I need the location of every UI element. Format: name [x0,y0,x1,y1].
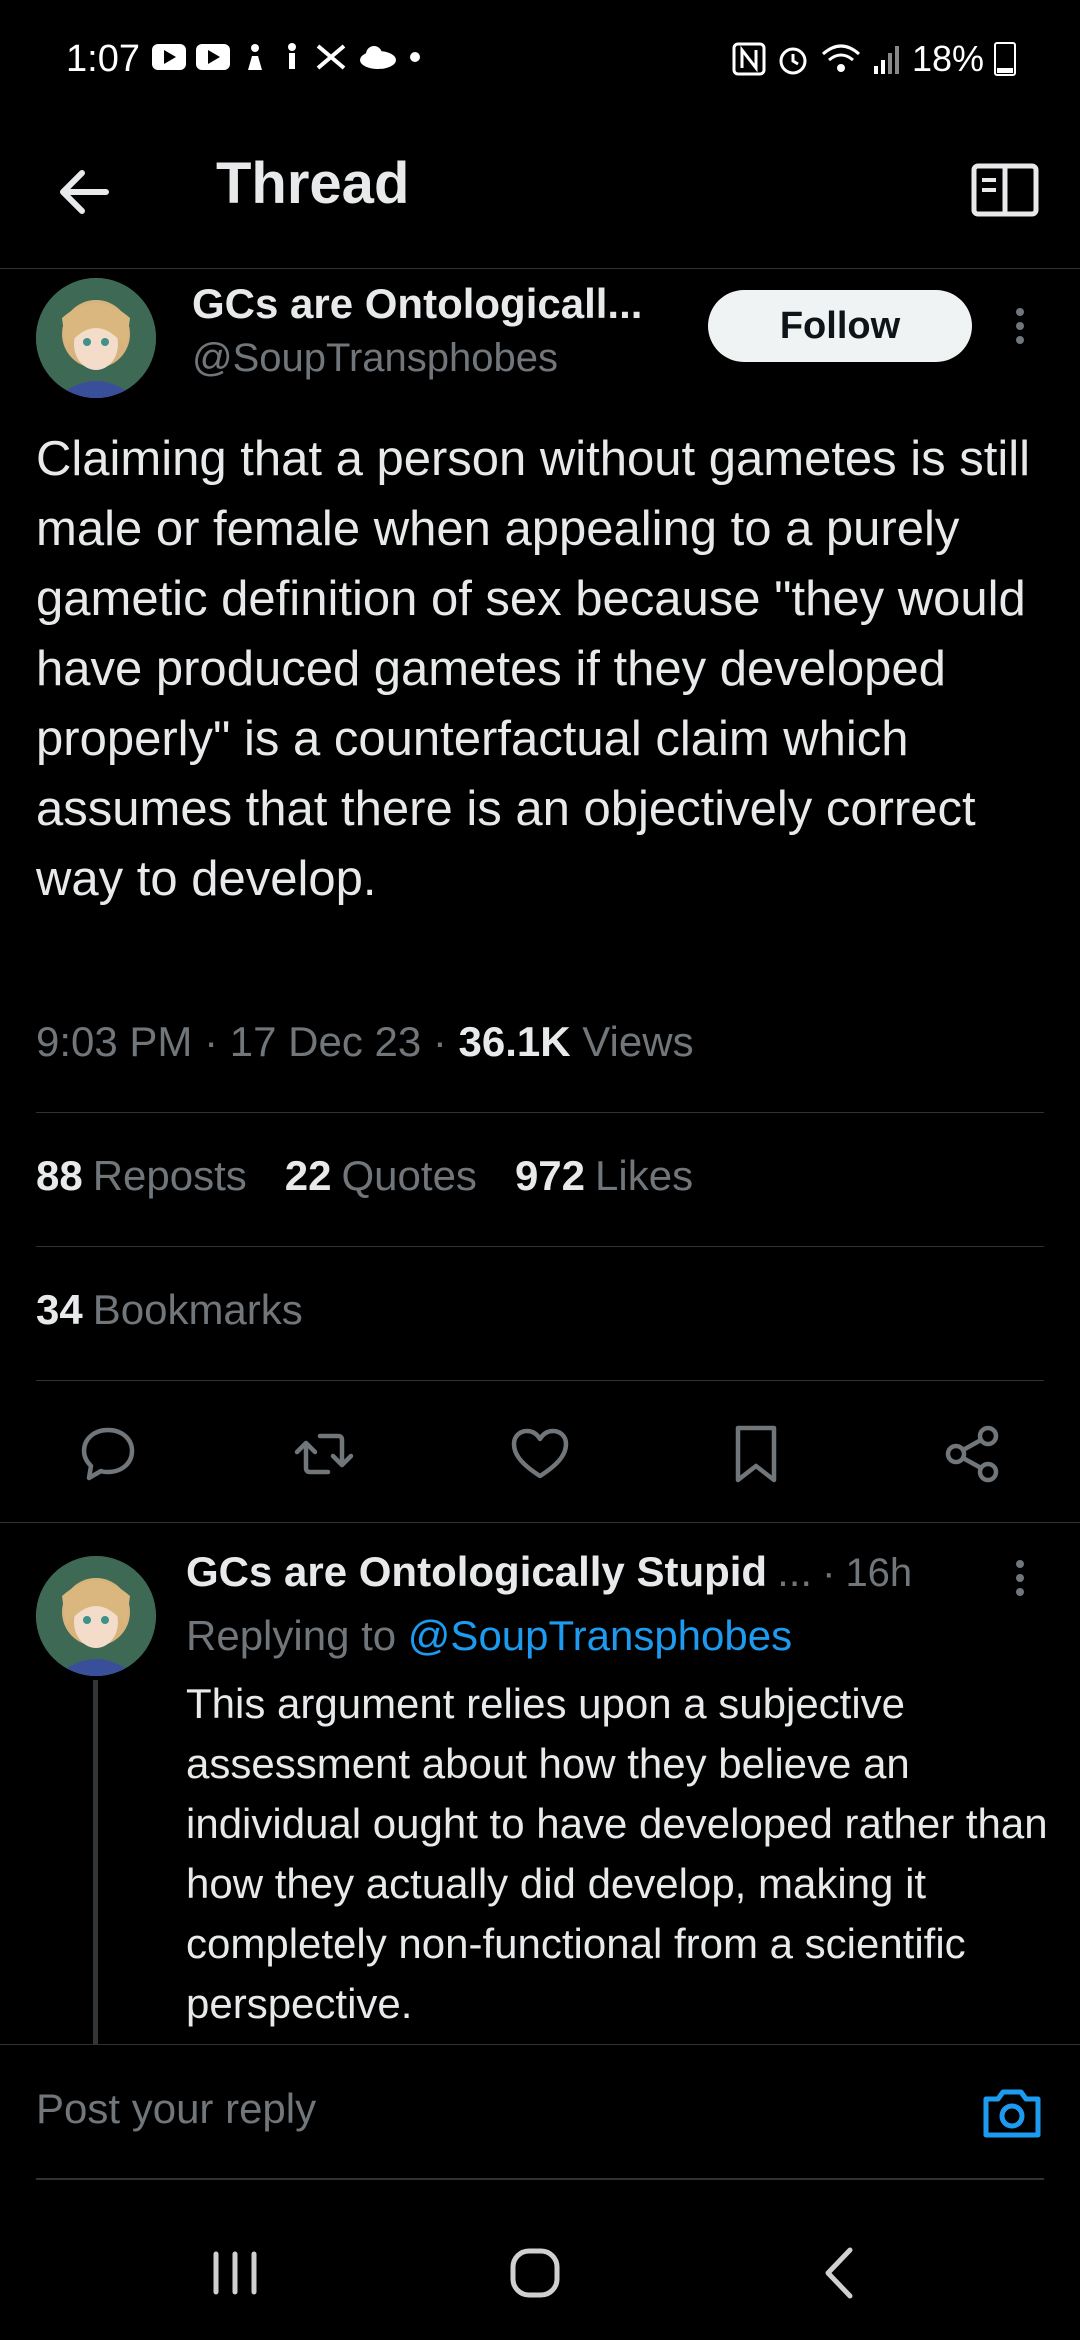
alarm-icon [779,47,807,75]
bookmarks-count: 34 [36,1286,83,1333]
reply-input[interactable]: Post your reply [36,2085,316,2133]
quotes-label: Quotes [341,1152,477,1199]
anime-avatar-image [36,278,156,398]
camera-button[interactable] [980,2081,1044,2145]
bookmarks-stat: 34 Bookmarks [36,1286,303,1334]
back-button[interactable] [52,160,116,224]
wifi-icon [821,44,860,72]
notification-icons [152,42,422,72]
views-label: Views [582,1018,694,1065]
replying-prefix: Replying to [186,1612,397,1659]
reply-more-options-icon[interactable] [1000,1548,1040,1608]
tweet-date: 17 Dec 23 [229,1018,422,1065]
youtube-icon [152,44,186,70]
reposts-label: Reposts [92,1152,247,1199]
bookmarks-label: Bookmarks [92,1286,303,1333]
status-indicators: 18% [732,38,1016,80]
follow-button[interactable]: Follow [708,290,972,362]
tool-icon [316,44,346,70]
battery-percent: 18% [911,38,984,79]
home-button[interactable] [500,2238,570,2308]
battery-icon [994,42,1016,76]
system-back-button[interactable] [806,2238,876,2308]
app-header: Thread [0,120,1080,269]
reply-text: This argument relies upon a subjective a… [186,1680,1048,2027]
composer-underline [36,2178,1044,2180]
quotes-stat[interactable]: 22 Quotes [285,1152,477,1200]
share-icon [945,1425,999,1483]
likes-count: 972 [514,1152,586,1199]
anime-avatar-image [36,1556,156,1676]
avatar[interactable] [36,278,156,398]
divider [36,1246,1044,1247]
recent-apps-icon [213,2251,257,2295]
views-count: 36.1K [458,1018,571,1065]
camera-icon [983,2089,1041,2138]
quotes-count: 22 [284,1152,332,1199]
like-button[interactable] [508,1422,572,1486]
replying-handle-link[interactable]: @SoupTransphobes [408,1612,792,1659]
bookmark-icon [735,1425,777,1483]
reply-name-ellipsis: ... [777,1548,813,1595]
reply-avatar[interactable] [36,1556,156,1676]
divider [0,1522,1080,1523]
tweet-text: Claiming that a person without gametes i… [36,432,1031,906]
system-navigation-bar [0,2200,1080,2340]
engagement-stats: 88 Reposts 22 Quotes 972 Likes [36,1152,693,1200]
reply-composer: Post your reply [0,2044,1080,2181]
divider [36,1380,1044,1381]
reply-button[interactable] [76,1422,140,1486]
arrow-left-icon [60,170,109,214]
divider [36,1112,1044,1113]
author-handle[interactable]: @SoupTransphobes [192,336,558,381]
reply-author-name[interactable]: GCs are Ontologically Stupid [186,1548,767,1596]
repost-button[interactable] [292,1422,356,1486]
reply-time: 16h [845,1551,913,1595]
figure-icon [288,43,296,69]
nfc-icon [732,42,766,76]
tweet-time: 9:03 PM [36,1018,193,1065]
cloud-icon [360,46,396,69]
speech-bubble-icon [81,1427,135,1481]
likes-label: Likes [595,1152,694,1199]
meta-separator: · [204,1018,230,1065]
tweet-meta: 9:03 PM · 17 Dec 23 · 36.1K Views [36,1018,694,1066]
replying-to: Replying to @SoupTransphobes [186,1612,792,1660]
tweet-actions [0,1408,1080,1498]
reader-mode-button[interactable] [970,160,1040,220]
book-open-icon [971,163,1039,217]
more-options-icon[interactable] [1000,296,1040,356]
reposts-count: 88 [36,1152,83,1199]
reposts-stat[interactable]: 88 Reposts [36,1152,247,1200]
repost-arrows-icon [294,1433,354,1475]
heart-icon [511,1428,569,1479]
reply-header: GCs are Ontologically Stupid ... · 16h [186,1548,912,1596]
bookmark-button[interactable] [724,1422,788,1486]
meta-separator: · [432,1018,459,1065]
youtube-icon [196,44,230,70]
status-bar: 1:07 18% [0,0,1080,120]
recent-apps-button[interactable] [200,2238,270,2308]
page-title: Thread [216,151,410,216]
author-name[interactable]: GCs are Ontologicall... [192,280,642,328]
thread-connector-line [93,1680,98,2044]
signal-icon [873,46,899,74]
share-button[interactable] [940,1422,1004,1486]
figure-icon [248,44,262,70]
home-icon [510,2248,560,2298]
chevron-left-icon [825,2247,853,2299]
status-time: 1:07 [66,38,140,80]
reply-separator: · [822,1551,836,1595]
dot-icon [410,52,420,62]
likes-stat[interactable]: 972 Likes [515,1152,693,1200]
